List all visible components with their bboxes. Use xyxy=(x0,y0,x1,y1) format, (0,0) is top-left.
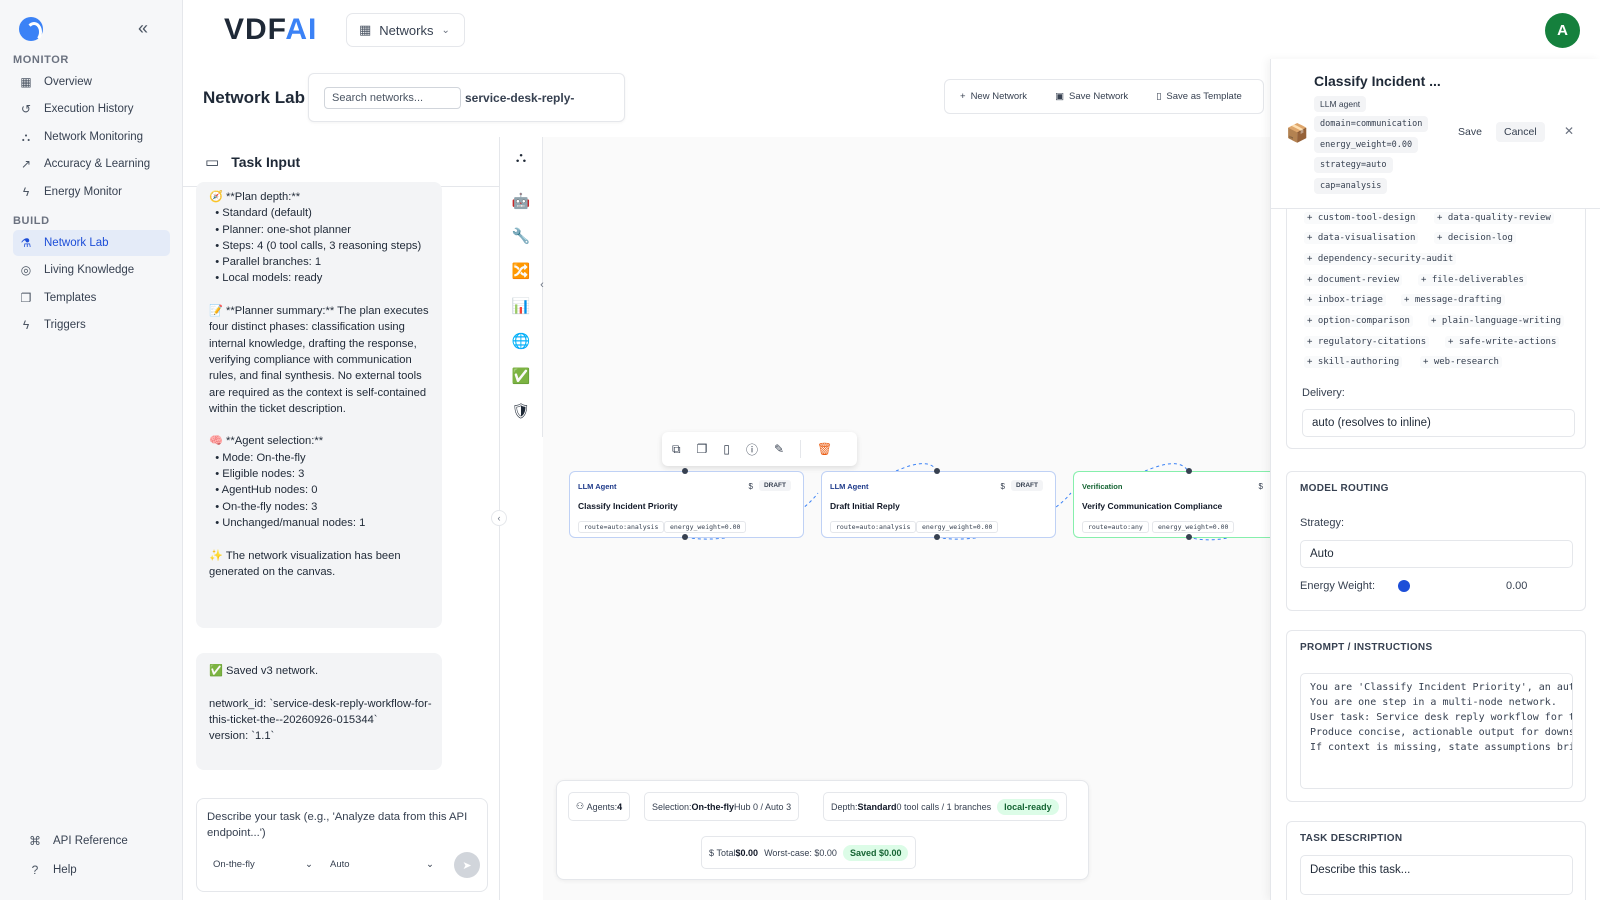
node-type: LLM Agent xyxy=(578,482,617,491)
node-handle[interactable] xyxy=(1186,468,1192,474)
strategy-field[interactable]: Auto xyxy=(1300,540,1573,568)
cost-stat: $ Total $0.00 Worst-case: $0.00 Saved $0.00 xyxy=(701,836,917,869)
meta-chip: strategy=auto xyxy=(1314,157,1393,173)
task-description-card: TASK DESCRIPTION Describe this task... xyxy=(1286,821,1586,900)
model-routing-card: MODEL ROUTING Strategy: Auto Energy Weig… xyxy=(1286,471,1586,611)
info-icon[interactable]: ⓘ xyxy=(746,441,758,458)
skill-chip[interactable]: + safe-write-actions xyxy=(1445,336,1560,348)
node-handle[interactable] xyxy=(934,468,940,474)
trash-icon[interactable]: 🗑 xyxy=(817,442,832,456)
skill-chip[interactable]: + custom-tool-design xyxy=(1304,212,1419,224)
skill-chip[interactable]: + web-research xyxy=(1420,356,1502,368)
skill-chip[interactable]: + decision-log xyxy=(1434,232,1516,244)
network-node[interactable]: Verification $ Verify Communication Comp… xyxy=(1073,468,1273,540)
detail-header: 📦 Classify Incident ... LLM agent domain… xyxy=(1271,59,1600,209)
detail-title: Classify Incident ... xyxy=(1314,73,1441,89)
node-status-badge: DRAFT xyxy=(1010,480,1043,491)
total-value: $0.00 xyxy=(735,847,759,858)
node-toolbar: ⧉ ❐ ▯ ⓘ ✎ 🗑 xyxy=(662,432,857,466)
section-title: MODEL ROUTING xyxy=(1300,483,1389,494)
meta-chip: LLM agent xyxy=(1314,96,1367,112)
node-energy-chip: energy_weight=0.00 xyxy=(1152,521,1235,533)
agents-value: 4 xyxy=(617,801,623,812)
node-status-badge: DRAFT xyxy=(758,480,791,491)
skill-chip[interactable]: + dependency-security-audit xyxy=(1304,253,1457,265)
depth-rest: 0 tool calls / 1 branches xyxy=(896,801,992,812)
delivery-field[interactable]: auto (resolves to inline) xyxy=(1302,409,1575,437)
node-route-chip: route=auto:any xyxy=(1082,521,1149,533)
edit-icon[interactable]: ✎ xyxy=(774,442,784,456)
node-energy-chip: energy_weight=0.00 xyxy=(664,521,747,533)
meta-chip: energy_weight=0.00 xyxy=(1314,137,1419,153)
selection-stat: Selection: On-the-fly Hub 0 / Auto 3 xyxy=(644,792,800,821)
close-icon[interactable]: ✕ xyxy=(1564,124,1574,138)
prompt-card: PROMPT / INSTRUCTIONS You are 'Classify … xyxy=(1286,630,1586,802)
depth-value: Standard xyxy=(857,801,897,812)
depth-stat: Depth: Standard 0 tool calls / 1 branches l… xyxy=(823,792,1067,821)
local-ready-badge: local-ready xyxy=(997,798,1059,815)
dollar-icon: $ xyxy=(709,847,717,858)
skills-card: + custom-tool-design + data-quality-revi… xyxy=(1286,209,1586,449)
agents-stat: ⚇ Agents: 4 xyxy=(568,792,631,821)
energy-weight-label: Energy Weight: xyxy=(1300,580,1376,592)
energy-weight-slider[interactable] xyxy=(1398,580,1410,592)
node-energy-chip: energy_weight=0.00 xyxy=(916,521,999,533)
network-node[interactable]: LLM Agent $ DRAFT Draft Initial Reply ro… xyxy=(821,468,1056,540)
task-description-field[interactable]: Describe this task... xyxy=(1300,855,1573,895)
skill-chip[interactable]: + regulatory-citations xyxy=(1304,336,1430,348)
node-cost: $ xyxy=(1258,482,1263,491)
strategy-label: Strategy: xyxy=(1300,517,1345,529)
node-detail-panel: 📦 Classify Incident ... LLM agent domain… xyxy=(1270,59,1600,900)
people-icon: ⚇ xyxy=(576,801,587,811)
selection-label: Selection: xyxy=(652,801,692,812)
skill-chip[interactable]: + document-review xyxy=(1304,274,1403,286)
section-title: TASK DESCRIPTION xyxy=(1300,833,1403,844)
meta-chip: domain=communication xyxy=(1314,116,1429,132)
package-icon: 📦 xyxy=(1286,123,1309,143)
saved-badge: Saved $0.00 xyxy=(842,844,909,861)
edge-line xyxy=(895,463,938,472)
save-button[interactable]: Save xyxy=(1458,126,1482,138)
agents-label: Agents: xyxy=(586,801,618,812)
node-type: LLM Agent xyxy=(830,482,869,491)
selection-rest: Hub 0 / Auto 3 xyxy=(734,801,792,812)
node-handle[interactable] xyxy=(682,534,688,540)
node-handle[interactable] xyxy=(1186,534,1192,540)
cancel-button[interactable]: Cancel xyxy=(1496,122,1545,142)
worst-case-value: Worst-case: $0.00 xyxy=(764,847,837,858)
copy-icon[interactable]: ⧉ xyxy=(672,442,681,457)
edge-line xyxy=(1144,463,1189,472)
duplicate-icon[interactable]: ❐ xyxy=(697,442,708,456)
node-route-chip: route=auto:analysis xyxy=(830,521,917,533)
node-route-chip: route=auto:analysis xyxy=(578,521,665,533)
skill-chip[interactable]: + file-deliverables xyxy=(1418,274,1527,286)
skill-chip[interactable]: + plain-language-writing xyxy=(1428,315,1565,327)
skill-chip[interactable]: + data-quality-review xyxy=(1434,212,1554,224)
node-cost: $ xyxy=(748,482,753,491)
skill-chip[interactable]: + inbox-triage xyxy=(1304,294,1386,306)
network-stats-card: ⚇ Agents: 4 Selection: On-the-fly Hub 0 / A… xyxy=(556,780,1089,880)
node-cost: $ xyxy=(1000,482,1005,491)
skill-chip[interactable]: + option-comparison xyxy=(1304,315,1413,327)
skill-chip[interactable]: + data-visualisation xyxy=(1304,232,1419,244)
skill-chip[interactable]: + message-drafting xyxy=(1401,294,1505,306)
energy-weight-value: 0.00 xyxy=(1506,580,1528,592)
delivery-label: Delivery: xyxy=(1302,387,1345,399)
node-handle[interactable] xyxy=(682,468,688,474)
divider xyxy=(800,440,802,458)
node-handle[interactable] xyxy=(934,534,940,540)
node-title: Classify Incident Priority xyxy=(578,501,678,511)
meta-chip: cap=analysis xyxy=(1314,178,1388,194)
node-title: Verify Communication Compliance xyxy=(1082,501,1223,511)
selection-value: On-the-fly xyxy=(691,801,735,812)
depth-label: Depth: xyxy=(831,801,858,812)
skill-chip[interactable]: + skill-authoring xyxy=(1304,356,1403,368)
file-icon[interactable]: ▯ xyxy=(723,442,730,456)
node-title: Draft Initial Reply xyxy=(830,501,900,511)
network-node[interactable]: LLM Agent $ DRAFT Classify Incident Prio… xyxy=(569,468,804,540)
section-title: PROMPT / INSTRUCTIONS xyxy=(1300,642,1433,653)
total-label: Total xyxy=(716,847,736,858)
node-type: Verification xyxy=(1082,482,1123,491)
prompt-textarea[interactable]: You are 'Classify Incident Priority', an… xyxy=(1300,673,1573,789)
